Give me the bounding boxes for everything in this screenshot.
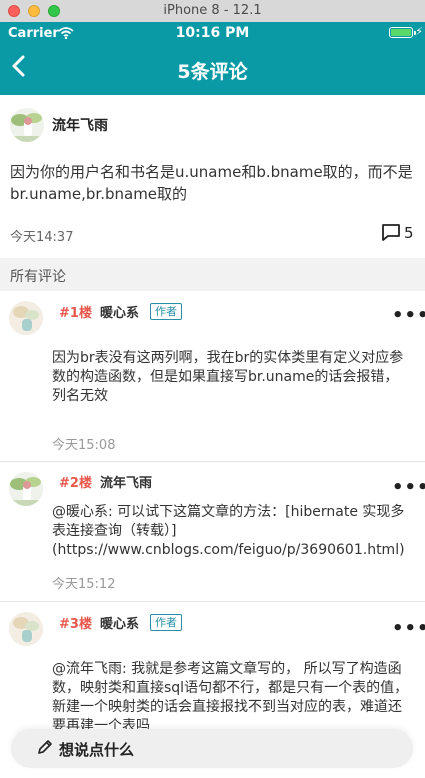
post-card: 流年飞雨 因为你的用户名和书名是u.uname和b.bname取的，而不是br.… [0,95,425,255]
charging-icon: ⚡ [415,25,423,38]
comment-author[interactable]: 暖心系 [100,302,139,321]
post-time: 今天14:37 [10,230,74,245]
section-title: 所有评论 [10,269,66,285]
floor-number: #1楼 [59,306,92,321]
comment-time: 今天15:08 [52,438,116,453]
post-author[interactable]: 流年飞雨 [52,115,108,135]
comment-item: #1楼 暖心系 作者 ••• 因为br表没有这两列啊，我在br的实体类里有定义对… [0,291,425,462]
battery-icon [389,27,413,38]
avatar[interactable] [9,472,43,506]
comment-text: @流年飞雨: 我就是参考这篇文章写的， 所以写了构造函数，映射类和直接sql语句… [52,661,409,734]
comment-text: 因为br表没有这两列啊，我在br的实体类里有定义对应参数的构造函数，但是如果直接… [52,350,404,404]
avatar[interactable] [9,301,43,335]
ellipsis-icon[interactable]: ••• [392,479,425,497]
comment-text: @暖心系: 可以试下这篇文章的方法：[hibernate 实现多表连接查询（转载… [52,504,405,558]
section-header: 所有评论 [0,258,425,291]
nav-header: Carrier 10:16 PM ⚡ 5条评论 [0,22,425,95]
comment-author[interactable]: 暖心系 [100,613,139,632]
floor-number: #3楼 [59,617,92,632]
author-badge: 作者 [150,614,182,631]
comment-author[interactable]: 流年飞雨 [100,472,152,491]
ellipsis-icon[interactable]: ••• [392,620,425,638]
author-badge: 作者 [150,303,182,320]
avatar[interactable] [10,108,44,142]
simulator-title-bar: iPhone 8 - 12.1 [0,0,425,23]
post-text: 因为你的用户名和书名是u.uname和b.bname取的，而不是br.uname… [10,163,413,203]
window-title: iPhone 8 - 12.1 [163,3,262,18]
floor-number: #2楼 [59,476,92,491]
compose-bar[interactable]: 想说点什么 [11,729,413,768]
comment-item: #2楼 流年飞雨 ••• @暖心系: 可以试下这篇文章的方法：[hibernat… [0,462,425,602]
ellipsis-icon[interactable]: ••• [392,307,425,325]
comment-count[interactable]: 5 [404,224,414,242]
compose-placeholder: 想说点什么 [59,741,135,759]
status-time: 10:16 PM [175,25,250,41]
comment-time: 今天15:12 [52,577,116,592]
pencil-icon [38,740,52,754]
speech-bubble-icon[interactable] [381,223,401,242]
page-title: 5条评论 [177,61,248,83]
avatar[interactable] [9,612,43,646]
